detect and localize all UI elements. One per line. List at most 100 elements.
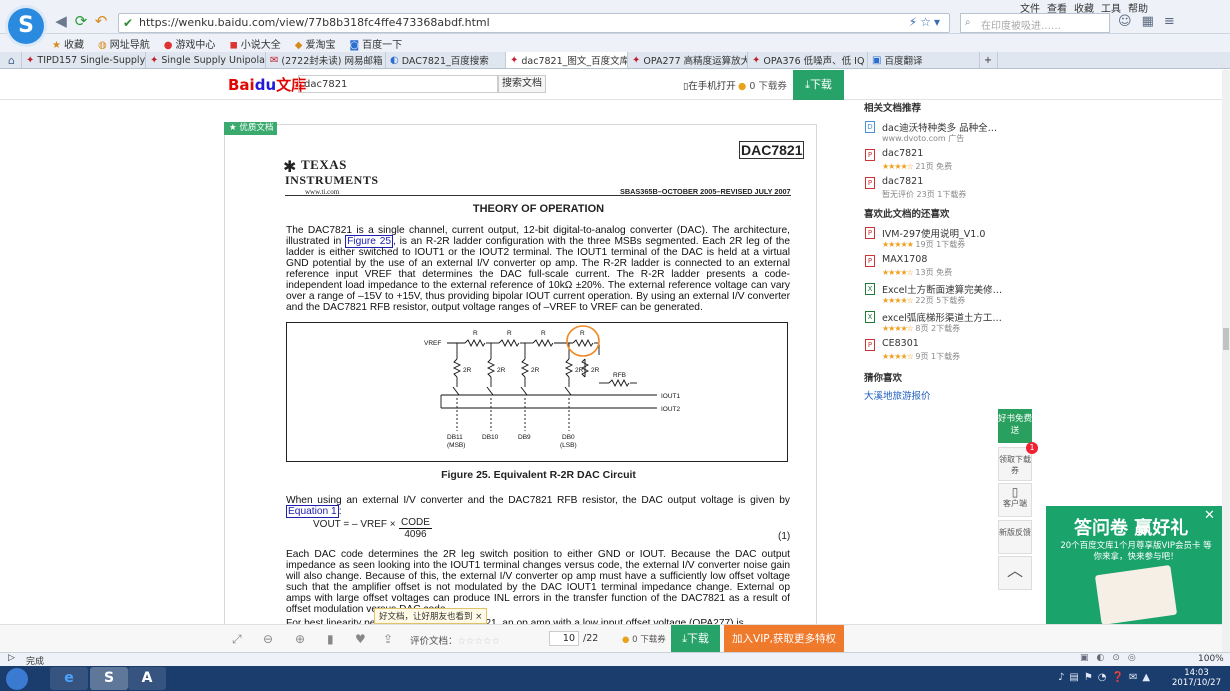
2r-label-2: 2R [497, 367, 506, 374]
ti-favicon-icon: ✦ [26, 54, 35, 66]
page-number-input[interactable]: 10 [549, 631, 579, 646]
clock[interactable]: 14:03 2017/10/27 [1172, 668, 1221, 688]
browser-logo[interactable]: S [8, 8, 44, 44]
tab-0[interactable]: ✦ TIPD157 Single-Supply [22, 52, 146, 68]
bag-icon: ◆ [294, 39, 303, 51]
bookmark-favorites[interactable]: ★ 收藏 [52, 36, 84, 51]
equation-1-link[interactable]: Equation 1 [286, 505, 339, 518]
baidu-wenku-logo[interactable]: Baidu文库 [228, 74, 306, 95]
coins-count: ● 0 下载券 [738, 81, 787, 92]
zoom-in-icon[interactable]: ⊕ [295, 632, 305, 646]
open-on-mobile-link[interactable]: ▯在手机打开 [683, 78, 736, 92]
related-doc-item[interactable]: D dac迪沃特种类多 品种全… www.dvoto.com 广告 [864, 120, 1004, 148]
bookmark-icon[interactable]: ▮ [327, 632, 334, 646]
bookmark-nav[interactable]: ◍ 网址导航 [98, 36, 150, 51]
tab-2[interactable]: ✉ (2722封未读) 网易邮箱 [266, 52, 386, 68]
mail-favicon-icon: ✉ [270, 54, 279, 66]
reader-toolbar: ⤢ ⊖ ⊕ ▮ ♥ ⇪ 评价文档：☆☆☆☆☆ 10 /22 ● 0 下载券 ⤓下… [0, 624, 1222, 653]
share-tooltip[interactable]: 好文档，让好朋友也看到 × [374, 608, 488, 624]
bookmark-games[interactable]: ● 游戏中心 [164, 36, 216, 51]
equation-number: (1) [778, 531, 791, 542]
2r-label-3: 2R [531, 367, 540, 374]
undo-icon[interactable]: ↶ [92, 12, 110, 30]
url-text[interactable]: https://wenku.baidu.com/view/77b8b318fc4… [139, 16, 490, 29]
menu-tools[interactable]: 工具 [1101, 0, 1121, 15]
pdf-icon: P [865, 149, 875, 161]
back-to-top-icon[interactable]: ︿ [998, 556, 1032, 590]
bookmark-taobao[interactable]: ◆ 爱淘宝 [295, 36, 336, 51]
guess-link[interactable]: 大溪地旅游报价 [864, 388, 1004, 402]
client-button[interactable]: ▯ 客户端 [998, 483, 1032, 517]
browser-right-icons: ☺ ▦ ≡ [1118, 14, 1175, 29]
db0-label: DB0 [562, 434, 575, 441]
join-vip-button[interactable]: 加入VIP,获取更多特权 [724, 625, 844, 653]
start-button[interactable] [6, 668, 28, 690]
system-tray-icons[interactable]: ♪▤⚑◔❓✉▲ [1058, 672, 1155, 683]
tab-1[interactable]: ✦ Single Supply Unipolar [146, 52, 266, 68]
fullscreen-icon[interactable]: ⤢ [232, 632, 242, 647]
also-like-item[interactable]: P CE8301 ★★★★☆ 9页 1下载券 [864, 338, 1004, 366]
translate-favicon-icon: ▣ [872, 54, 882, 66]
tab-4-active[interactable]: ✦dac7821_图文_百度文库✕ [506, 52, 628, 68]
also-like-item[interactable]: P IVM-297使用说明_V1.0 ★★★★★ 19页 1下载券 [864, 226, 1004, 254]
download-button[interactable]: ⤓下载 [793, 70, 844, 100]
bookmark-novels[interactable]: ◼ 小说大全 [229, 36, 280, 51]
menu-help[interactable]: 帮助 [1128, 0, 1148, 15]
share-icon[interactable]: ⇪ [383, 632, 393, 646]
zoom-level[interactable]: 100% [1198, 654, 1224, 664]
tab-3[interactable]: ◐ DAC7821_百度搜索 [386, 52, 506, 68]
menu-favorites[interactable]: 收藏 [1074, 0, 1094, 15]
feedback-button[interactable]: 新版反馈 [998, 520, 1032, 554]
bookmark-baidu[interactable]: ◙ 百度一下 [349, 36, 402, 51]
lsb-label: (LSB) [560, 442, 577, 449]
pdf-icon: P [865, 177, 875, 189]
related-doc-item[interactable]: P dac7821 ★★★★☆ 21页 免费 [864, 148, 1004, 176]
free-book-button[interactable]: 好书免费送 [998, 409, 1032, 443]
bottom-coins: ● 0 下载券 [622, 635, 666, 645]
address-bar[interactable]: ✔ https://wenku.baidu.com/view/77b8b318f… [118, 13, 950, 33]
ti-favicon-icon: ✦ [150, 54, 159, 66]
ie-taskbar-icon[interactable]: e [50, 667, 88, 690]
settings-icon[interactable]: ≡ [1164, 14, 1175, 29]
scrollbar-thumb[interactable] [1223, 328, 1229, 350]
iout1-label: IOUT1 [661, 393, 681, 400]
browser-taskbar-icon[interactable]: S [90, 667, 128, 690]
2r-label-1: 2R [463, 367, 472, 374]
ad-icon: D [865, 121, 875, 133]
2r-label-4: 2R [575, 367, 584, 374]
new-tab-button[interactable]: + [980, 52, 998, 68]
survey-ad[interactable]: 答问卷 赢好礼 20个百度文库1个月尊享版VIP会员卡 等你来拿，快来参与吧！ … [1046, 506, 1222, 626]
tab-6[interactable]: ✦ OPA376 低噪声、低 IQ [748, 52, 868, 68]
zoom-out-icon[interactable]: ⊖ [263, 632, 273, 646]
browser-menu: 文件 查看 收藏 工具 帮助 [1020, 0, 1148, 15]
like-icon[interactable]: ♥ [355, 632, 366, 646]
address-tools-icon[interactable]: ⚡☆▾ [909, 15, 943, 29]
globe-icon: ◍ [97, 39, 107, 51]
search-favicon-icon: ◐ [390, 54, 399, 66]
header-rule [285, 195, 791, 196]
app-taskbar-icon[interactable]: A [128, 667, 166, 690]
home-tab-icon[interactable]: ⌂ [4, 52, 22, 68]
menu-view[interactable]: 查看 [1047, 0, 1067, 15]
tab-5[interactable]: ✦ OPA277 高精度运算放大 [628, 52, 748, 68]
menu-file[interactable]: 文件 [1020, 0, 1040, 15]
bottom-download-button[interactable]: ⤓下载 [671, 625, 720, 653]
ad-title: 答问卷 赢好礼 [1074, 518, 1189, 539]
browser-search-input[interactable]: ⌕ 在印度被吸进…… [960, 13, 1110, 33]
refresh-icon[interactable]: ⟳ [72, 12, 90, 30]
doc-search-input[interactable]: dac7821 [298, 75, 498, 93]
back-icon[interactable]: ◀ [52, 12, 70, 30]
also-like-item[interactable]: X excel弧底梯形渠道土方工… ★★★★☆ 8页 2下载券 [864, 310, 1004, 338]
doc-search-button[interactable]: 搜索文档 [498, 75, 546, 93]
close-icon[interactable]: ✕ [1204, 508, 1215, 523]
page-scrollbar[interactable] [1222, 70, 1230, 652]
also-like-item[interactable]: X Excel土方断面速算完美修… ★★★★☆ 22页 5下载券 [864, 282, 1004, 310]
related-doc-item[interactable]: P dac7821 暂无评价 23页 1下载券 [864, 176, 1004, 204]
r2r-circuit-diagram: VREF R R R R 2R 2R 2R 2R 2R RFB IOUT1 IO… [424, 325, 681, 449]
also-like-item[interactable]: P MAX1708 ★★★★☆ 13页 免费 [864, 254, 1004, 282]
tab-7[interactable]: ▣ 百度翻译 [868, 52, 980, 68]
skin-icon[interactable]: ☺ [1118, 14, 1132, 29]
apps-icon[interactable]: ▦ [1142, 14, 1154, 29]
rating-stars[interactable]: ☆☆☆☆☆ [458, 636, 501, 647]
phone-icon: ▯ [1011, 485, 1019, 499]
